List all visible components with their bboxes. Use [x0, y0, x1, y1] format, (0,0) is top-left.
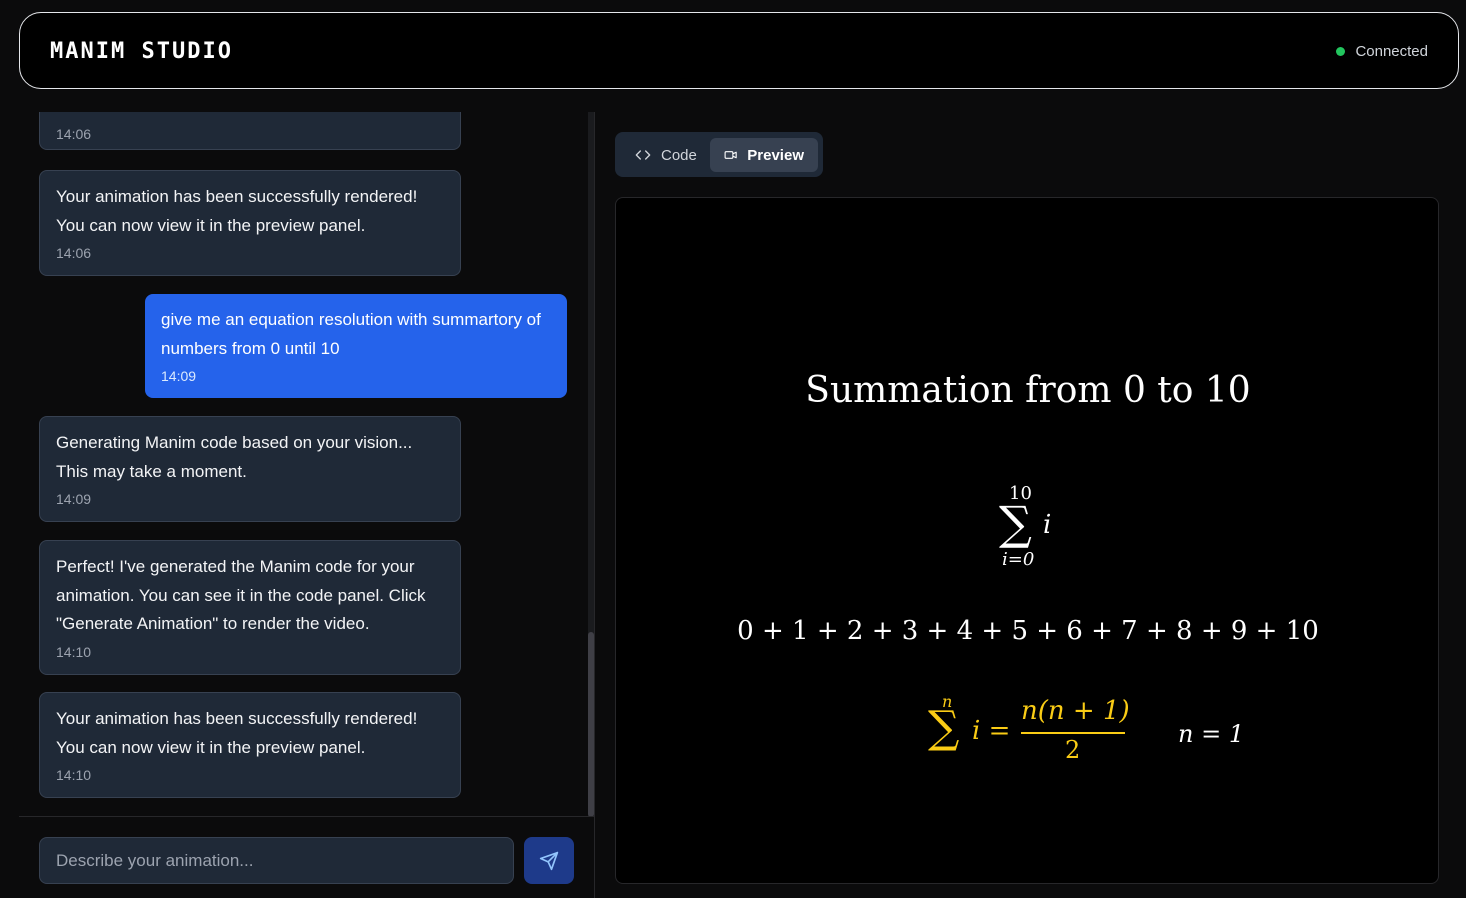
n-value: n = 1 — [1178, 720, 1245, 748]
view-tabs: Code Preview — [615, 132, 823, 177]
message-text: give me an equation resolution with summ… — [161, 310, 541, 358]
status-label: Connected — [1355, 43, 1428, 60]
status-dot-icon — [1336, 47, 1346, 56]
chat-panel[interactable]: 14:06 Your animation has been successful… — [19, 112, 595, 898]
message-time: 14:10 — [56, 767, 92, 783]
connection-status: Connected — [1336, 43, 1428, 60]
chat-message: Your animation has been successfully ren… — [39, 170, 461, 276]
chat-message: 14:06 — [39, 112, 461, 150]
message-text: Your animation has been successfully ren… — [56, 709, 418, 757]
sum-variable: i — [1043, 510, 1052, 540]
video-icon — [724, 151, 737, 159]
tab-code-label: Code — [661, 146, 697, 164]
chat-message-user: give me an equation resolution with summ… — [145, 294, 567, 398]
tab-preview[interactable]: Preview — [710, 138, 818, 172]
message-time: 14:06 — [56, 245, 92, 261]
formula-lhs: i = — [972, 716, 1011, 746]
animation-title: Summation from 0 to 10 — [805, 370, 1251, 411]
code-icon — [635, 150, 651, 160]
formula-denominator: 2 — [1065, 736, 1081, 764]
send-icon — [539, 851, 559, 870]
preview-panel: Summation from 0 to 10 10 ∑ i i=0 0 + 1 … — [615, 197, 1439, 884]
fraction-bar — [1021, 732, 1125, 734]
sum-lower-limit: i=0 — [1002, 549, 1035, 570]
message-text: Perfect! I've generated the Manim code f… — [56, 557, 426, 633]
app-header: MANIM STUDIO Connected — [19, 12, 1459, 89]
message-time: 14:10 — [56, 643, 92, 660]
message-text: Generating Manim code based on your visi… — [56, 433, 413, 481]
tab-preview-label: Preview — [747, 146, 804, 164]
expansion: 0 + 1 + 2 + 3 + 4 + 5 + 6 + 7 + 8 + 9 + … — [737, 616, 1319, 646]
message-text: Your animation has been successfully ren… — [56, 187, 418, 235]
formula-numerator: n(n + 1) — [1021, 696, 1130, 726]
chat-message: Your animation has been successfully ren… — [39, 692, 461, 798]
tab-code[interactable]: Code — [621, 138, 711, 172]
message-time: 14:09 — [161, 368, 197, 384]
message-time: 14:06 — [56, 126, 92, 142]
chat-message: Perfect! I've generated the Manim code f… — [39, 540, 461, 675]
prompt-input[interactable] — [39, 837, 514, 884]
message-time: 14:09 — [56, 491, 92, 507]
formula-sum-symbol: ∑ — [928, 702, 960, 753]
panel-divider — [594, 112, 595, 898]
app-title: MANIM STUDIO — [50, 39, 233, 64]
sum-symbol: ∑ — [999, 496, 1032, 550]
send-button[interactable] — [524, 837, 574, 884]
chat-message: Generating Manim code based on your visi… — [39, 416, 461, 522]
input-divider — [19, 816, 594, 817]
